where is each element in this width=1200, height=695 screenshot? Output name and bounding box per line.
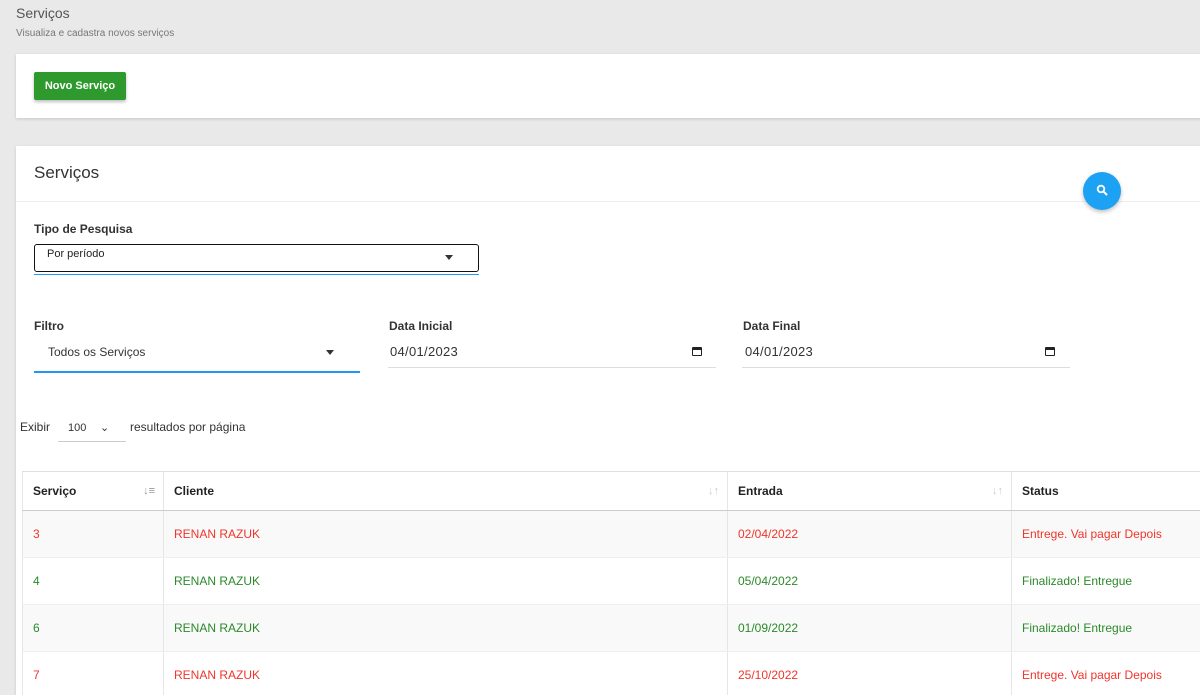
cell-servico: 7 xyxy=(22,651,164,695)
card-title: Serviços xyxy=(34,163,100,182)
data-inicial-label: Data Inicial xyxy=(389,319,453,333)
data-final-label: Data Final xyxy=(743,319,801,333)
cell-cliente: RENAN RAZUK xyxy=(163,557,728,605)
cell-servico: 6 xyxy=(22,604,164,652)
tipo-pesquisa-label: Tipo de Pesquisa xyxy=(34,222,133,236)
data-final-underline xyxy=(742,367,1070,368)
cell-servico: 3 xyxy=(22,510,164,558)
table-row[interactable]: 3 RENAN RAZUK 02/04/2022 Entrege. Vai pa… xyxy=(22,510,1200,558)
cell-cliente: RENAN RAZUK xyxy=(163,604,728,652)
col-header-servico[interactable]: Serviço ↓≡ xyxy=(22,471,164,511)
table-header-row: Serviço ↓≡ Cliente ↓↑ Entrada ↓↑ Status xyxy=(22,471,1200,511)
tipo-pesquisa-select[interactable]: Por período xyxy=(34,244,479,272)
new-service-button[interactable]: Novo Serviço xyxy=(34,72,126,100)
cell-entrada: 25/10/2022 xyxy=(727,651,1012,695)
sort-icon[interactable]: ↓↑ xyxy=(992,485,1003,497)
table-row[interactable]: 4 RENAN RAZUK 05/04/2022 Finalizado! Ent… xyxy=(22,557,1200,605)
cell-entrada: 05/04/2022 xyxy=(727,557,1012,605)
tipo-pesquisa-value: Por período xyxy=(47,248,105,260)
cell-status: Finalizado! Entregue xyxy=(1011,604,1200,652)
calendar-icon[interactable] xyxy=(692,347,702,356)
data-inicial-input[interactable]: 04/01/2023 xyxy=(390,344,458,359)
toolbar-card: Novo Serviço xyxy=(16,54,1200,118)
cell-entrada: 02/04/2022 xyxy=(727,510,1012,558)
col-header-label: Cliente xyxy=(174,484,215,498)
sort-icon[interactable]: ↓↑ xyxy=(708,485,719,497)
resultados-label: resultados por página xyxy=(130,420,246,434)
col-header-cliente[interactable]: Cliente ↓↑ xyxy=(163,471,728,511)
filtro-underline xyxy=(34,371,360,373)
services-table: Serviço ↓≡ Cliente ↓↑ Entrada ↓↑ Status … xyxy=(22,471,1200,695)
page-subtitle: Visualiza e cadastra novos serviços xyxy=(16,28,175,39)
caret-down-icon xyxy=(326,350,334,355)
col-header-label: Serviço xyxy=(33,484,77,498)
cell-status: Finalizado! Entregue xyxy=(1011,557,1200,605)
page-title: Serviços xyxy=(16,5,70,21)
search-button[interactable] xyxy=(1083,172,1121,210)
per-page-value: 100 xyxy=(68,422,87,434)
col-header-entrada[interactable]: Entrada ↓↑ xyxy=(727,471,1012,511)
table-row[interactable]: 6 RENAN RAZUK 01/09/2022 Finalizado! Ent… xyxy=(22,604,1200,652)
cell-entrada: 01/09/2022 xyxy=(727,604,1012,652)
filtro-label: Filtro xyxy=(34,319,64,333)
col-header-status[interactable]: Status xyxy=(1011,471,1200,511)
exibir-label: Exibir xyxy=(20,420,51,434)
caret-down-icon xyxy=(445,255,453,260)
filtro-select[interactable]: Todos os Serviços xyxy=(48,345,145,359)
cell-status: Entrege. Vai pagar Depois xyxy=(1011,651,1200,695)
col-header-label: Status xyxy=(1022,484,1059,498)
card-divider xyxy=(16,201,1200,202)
cell-servico: 4 xyxy=(22,557,164,605)
table-row[interactable]: 7 RENAN RAZUK 25/10/2022 Entrege. Vai pa… xyxy=(22,651,1200,695)
data-inicial-underline xyxy=(388,367,716,368)
sort-icon[interactable]: ↓≡ xyxy=(143,485,155,497)
search-icon xyxy=(1096,184,1108,196)
chevron-down-icon: ⌄ xyxy=(100,422,110,434)
cell-status: Entrege. Vai pagar Depois xyxy=(1011,510,1200,558)
tipo-pesquisa-underline xyxy=(34,274,479,275)
cell-cliente: RENAN RAZUK xyxy=(163,651,728,695)
per-page-select[interactable]: 100 ⌄ xyxy=(58,416,126,442)
cell-cliente: RENAN RAZUK xyxy=(163,510,728,558)
page-header: Serviços Visualiza e cadastra novos serv… xyxy=(16,4,174,39)
col-header-label: Entrada xyxy=(738,484,783,498)
calendar-icon[interactable] xyxy=(1045,347,1055,356)
data-final-input[interactable]: 04/01/2023 xyxy=(745,344,813,359)
